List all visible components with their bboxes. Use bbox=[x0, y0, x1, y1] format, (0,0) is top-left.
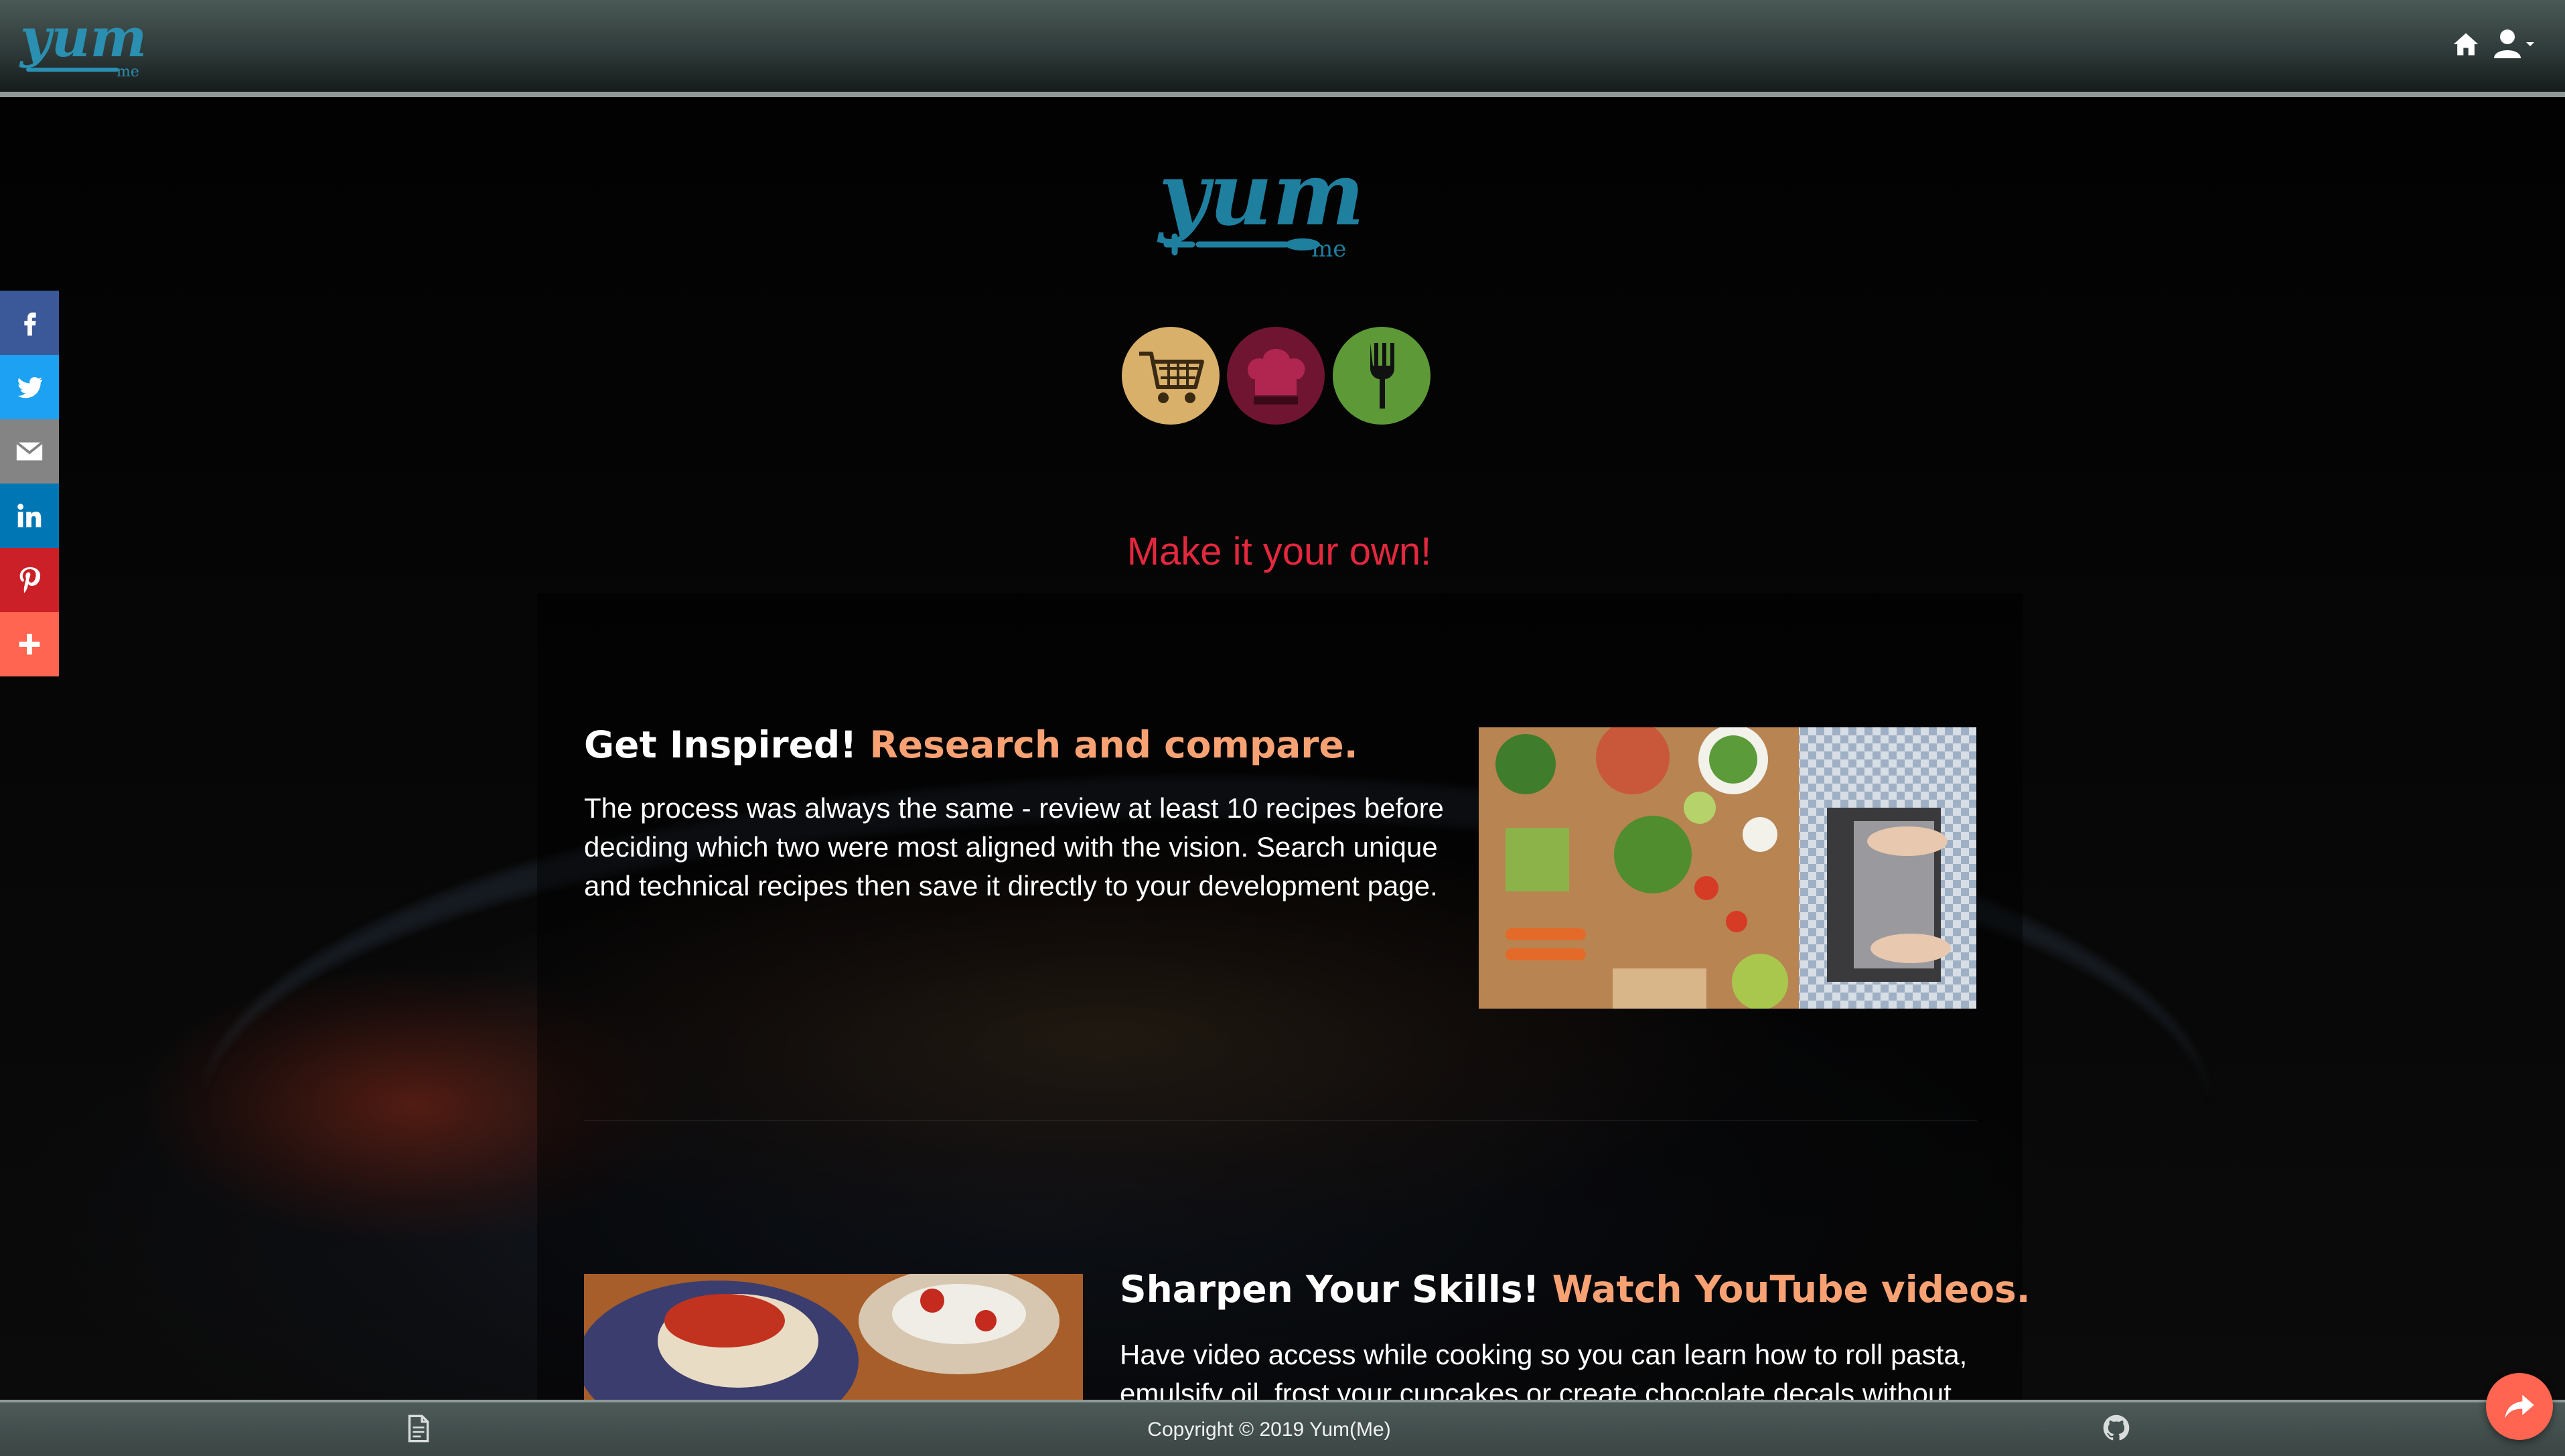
hero-logo-sub: me bbox=[1311, 236, 1346, 263]
nav-logo-sub: me bbox=[117, 64, 139, 80]
section-heading-main: Get Inspired! bbox=[584, 723, 857, 766]
youtube-video-image bbox=[584, 1274, 1083, 1401]
footer: Copyright © 2019 Yum(Me) bbox=[0, 1400, 2565, 1456]
document-icon[interactable] bbox=[407, 1414, 430, 1443]
share-linkedin-button[interactable] bbox=[0, 484, 59, 548]
chef-hat-icon bbox=[1227, 327, 1325, 425]
user-icon[interactable] bbox=[2493, 27, 2536, 60]
hero-tagline: Make it your own! bbox=[1126, 530, 1432, 573]
share-fab-button[interactable] bbox=[2486, 1373, 2553, 1440]
home-icon[interactable] bbox=[2451, 29, 2481, 59]
section-divider bbox=[584, 1120, 1977, 1121]
section-heading: Sharpen Your Skills! Watch YouTube video… bbox=[1120, 1268, 2031, 1311]
section-heading-accent: Research and compare. bbox=[869, 723, 1358, 766]
plus-icon bbox=[19, 634, 40, 655]
nav-logo-text: yum bbox=[19, 8, 147, 69]
section-heading: Get Inspired! Research and compare. bbox=[584, 723, 1358, 766]
section-heading-main: Sharpen Your Skills! bbox=[1120, 1268, 1540, 1311]
fork-icon bbox=[1333, 327, 1431, 425]
email-icon bbox=[15, 441, 44, 461]
hero-logo-text: yum bbox=[1157, 151, 1365, 245]
hero-logo: yum me bbox=[1157, 151, 1365, 263]
share-icon bbox=[2505, 1394, 2534, 1418]
share-email-button[interactable] bbox=[0, 419, 59, 484]
nav-logo[interactable]: yum me bbox=[16, 8, 157, 82]
share-pinterest-button[interactable] bbox=[0, 548, 59, 612]
facebook-icon bbox=[24, 312, 36, 336]
top-navbar: yum me bbox=[0, 0, 2565, 97]
section-body: The process was always the same - review… bbox=[584, 792, 1444, 901]
recipe-research-image bbox=[1479, 727, 1976, 1009]
twitter-icon bbox=[17, 377, 43, 398]
github-icon[interactable] bbox=[2102, 1413, 2131, 1443]
linkedin-icon bbox=[17, 504, 42, 528]
share-facebook-button[interactable] bbox=[0, 291, 59, 355]
pinterest-icon bbox=[19, 567, 41, 593]
section-heading-accent: Watch YouTube videos. bbox=[1552, 1268, 2031, 1311]
share-twitter-button[interactable] bbox=[0, 355, 59, 419]
copyright-text: Copyright © 2019 Yum(Me) bbox=[1147, 1418, 1391, 1441]
share-more-button[interactable] bbox=[0, 612, 59, 676]
caret-down-icon bbox=[2526, 42, 2534, 46]
shopping-cart-icon bbox=[1122, 327, 1220, 425]
